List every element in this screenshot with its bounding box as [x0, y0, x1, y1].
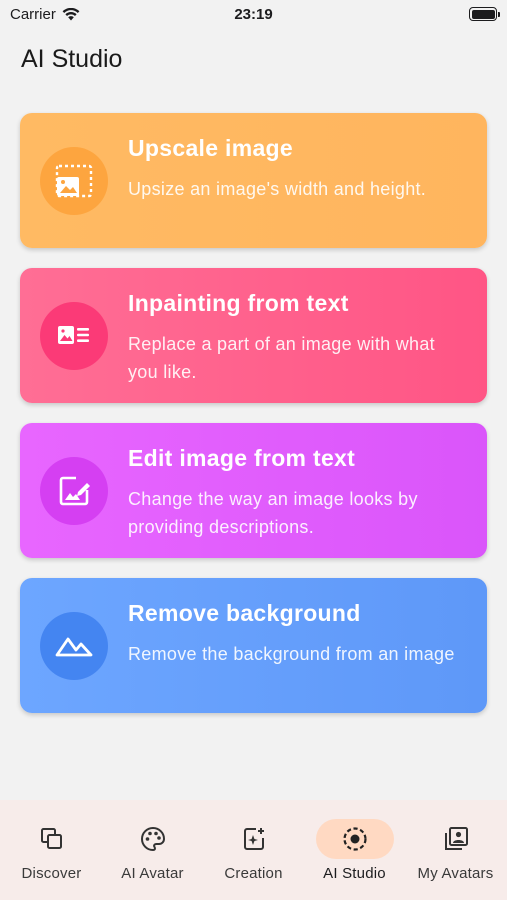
- card-description: Replace a part of an image with what you…: [128, 334, 435, 382]
- page-title: AI Studio: [21, 45, 123, 73]
- edit-image-icon: [40, 457, 108, 525]
- tab-creation[interactable]: Creation: [203, 800, 304, 900]
- card-title: Edit image from text: [128, 445, 356, 471]
- card-description: Remove the background from an image: [128, 644, 455, 664]
- inpainting-card[interactable]: Inpainting from text Replace a part of a…: [20, 268, 487, 403]
- card-description: Change the way an image looks by providi…: [128, 489, 418, 537]
- card-title: Upscale image: [128, 135, 293, 161]
- card-title: Inpainting from text: [128, 290, 349, 316]
- tab-label: My Avatars: [417, 865, 494, 882]
- tab-my-avatars[interactable]: My Avatars: [405, 800, 506, 900]
- tab-ai-avatar[interactable]: AI Avatar: [102, 800, 203, 900]
- tab-label: Creation: [224, 865, 283, 882]
- image-text-icon: [40, 302, 108, 370]
- portrait-library-icon: [417, 819, 495, 859]
- tab-label: AI Studio: [323, 865, 386, 882]
- upscale-image-card[interactable]: Upscale image Upsize an image's width an…: [20, 113, 487, 248]
- battery-icon: [469, 7, 500, 21]
- copy-icon: [13, 819, 91, 859]
- clock: 23:19: [234, 6, 273, 23]
- palette-icon: [114, 819, 192, 859]
- sparkle-add-icon: [215, 819, 293, 859]
- upscale-image-icon: [40, 147, 108, 215]
- remove-background-card[interactable]: Remove background Remove the background …: [20, 578, 487, 713]
- card-description: Upsize an image's width and height.: [128, 179, 427, 199]
- bottom-tab-bar: Discover AI Avatar Creation AI Studio My…: [0, 800, 507, 900]
- card-title: Remove background: [128, 600, 361, 626]
- tab-label: AI Avatar: [121, 865, 184, 882]
- target-icon: [315, 819, 394, 859]
- tab-label: Discover: [21, 865, 82, 882]
- status-bar: Carrier 23:19: [0, 0, 507, 30]
- tab-ai-studio[interactable]: AI Studio: [304, 800, 405, 900]
- tab-discover[interactable]: Discover: [1, 800, 102, 900]
- edit-image-card[interactable]: Edit image from text Change the way an i…: [20, 423, 487, 558]
- mountains-icon: [40, 612, 108, 680]
